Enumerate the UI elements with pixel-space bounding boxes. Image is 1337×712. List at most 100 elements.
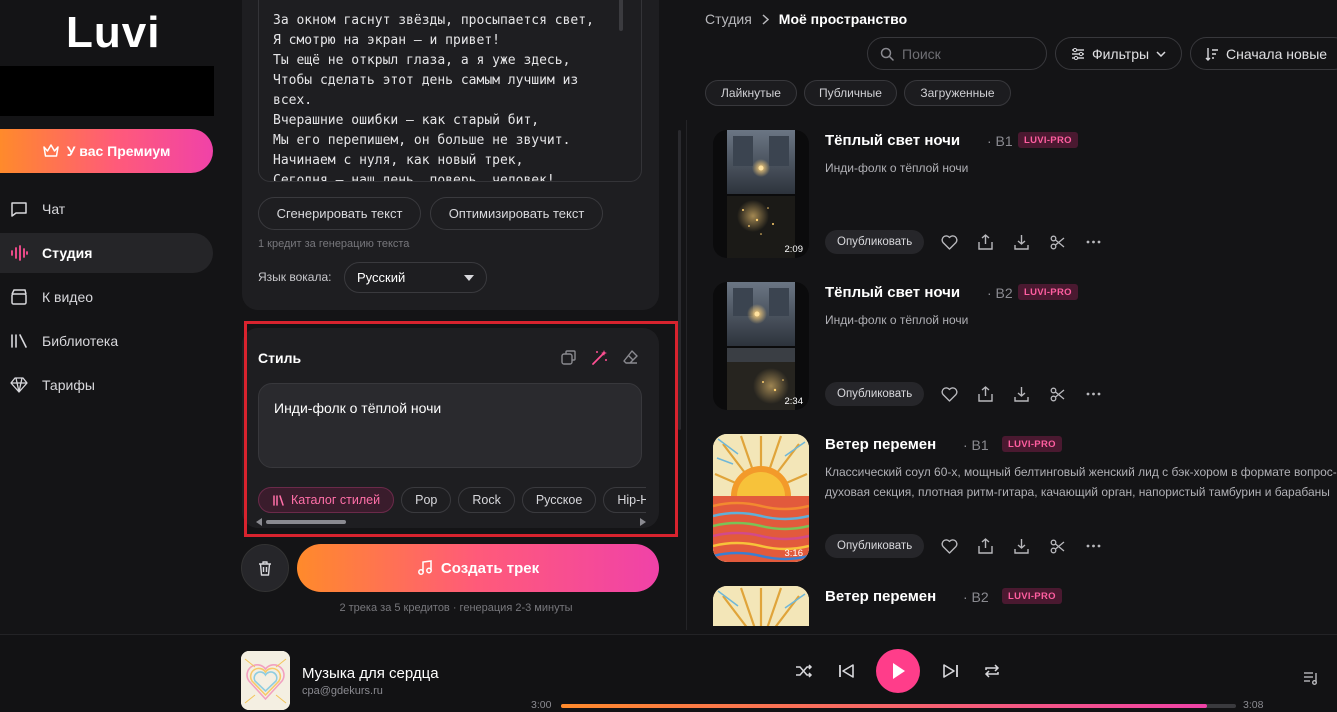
delete-button[interactable] bbox=[241, 544, 289, 592]
scissors-icon[interactable] bbox=[1046, 231, 1068, 253]
player-cover[interactable] bbox=[241, 651, 290, 710]
scissors-icon[interactable] bbox=[1046, 535, 1068, 557]
heart-cover-image bbox=[241, 651, 290, 710]
premium-button[interactable]: У вас Премиум bbox=[0, 129, 213, 173]
track-item[interactable]: 3:16 Ветер перемен · B1 LUVI-PRO Классич… bbox=[713, 434, 1337, 564]
trash-icon bbox=[259, 560, 271, 576]
share-icon[interactable] bbox=[974, 535, 996, 557]
chip-label: Rock bbox=[472, 493, 501, 507]
sidebar-item-library[interactable]: Библиотека bbox=[0, 321, 213, 361]
track-badge: LUVI-PRO bbox=[1018, 284, 1078, 300]
publish-button[interactable]: Опубликовать bbox=[825, 230, 925, 254]
scissors-icon[interactable] bbox=[1046, 383, 1068, 405]
optimize-text-label: Оптимизировать текст bbox=[448, 206, 585, 221]
style-chip-hiphop[interactable]: Hip-H bbox=[603, 487, 646, 513]
track-title[interactable]: Ветер перемен bbox=[825, 588, 936, 605]
queue-icon[interactable] bbox=[1303, 671, 1319, 685]
style-title: Стиль bbox=[258, 350, 302, 366]
next-icon[interactable] bbox=[940, 660, 962, 682]
optimize-text-button[interactable]: Оптимизировать текст bbox=[430, 197, 603, 230]
sidebar-item-studio[interactable]: Студия bbox=[0, 233, 213, 273]
download-icon[interactable] bbox=[1010, 231, 1032, 253]
eraser-icon[interactable] bbox=[622, 349, 639, 366]
magic-wand-icon[interactable] bbox=[591, 349, 608, 366]
player-total-time: 3:08 bbox=[1243, 699, 1264, 711]
publish-button[interactable]: Опубликовать bbox=[825, 534, 925, 558]
track-version: · B1 bbox=[987, 133, 1013, 149]
more-icon[interactable] bbox=[1082, 535, 1104, 557]
scroll-right-icon[interactable] bbox=[640, 518, 646, 526]
track-item[interactable]: Ветер перемен · B2 LUVI-PRO bbox=[713, 586, 1337, 626]
player-track-title[interactable]: Музыка для сердца bbox=[302, 665, 439, 682]
shuffle-icon[interactable] bbox=[793, 660, 815, 682]
chip-scrollbar-thumb[interactable] bbox=[266, 520, 346, 524]
player-progress-bar[interactable] bbox=[561, 704, 1236, 708]
download-icon[interactable] bbox=[1010, 383, 1032, 405]
share-icon[interactable] bbox=[974, 383, 996, 405]
share-icon[interactable] bbox=[974, 231, 996, 253]
studio-icon bbox=[11, 245, 28, 261]
more-icon[interactable] bbox=[1082, 231, 1104, 253]
play-button[interactable] bbox=[876, 649, 920, 693]
tag-uploaded[interactable]: Загруженные bbox=[904, 80, 1011, 106]
track-title[interactable]: Ветер перемен bbox=[825, 436, 936, 453]
sidebar-item-video[interactable]: К видео bbox=[0, 277, 213, 317]
search-input[interactable]: Поиск bbox=[867, 37, 1047, 70]
chip-scrollbar[interactable] bbox=[256, 518, 646, 526]
sidebar-item-pricing[interactable]: Тарифы bbox=[0, 365, 213, 405]
night-cover-image bbox=[727, 282, 795, 410]
style-chip-pop[interactable]: Pop bbox=[401, 487, 452, 513]
sidebar-item-label: К видео bbox=[42, 289, 94, 305]
track-item[interactable]: 2:34 Тёплый свет ночи · B2 LUVI-PRO Инди… bbox=[713, 282, 1337, 412]
chevron-down-icon bbox=[1156, 50, 1166, 57]
track-item[interactable]: 2:09 Тёплый свет ночи · B1 LUVI-PRO Инди… bbox=[713, 130, 1337, 260]
player-current-time: 3:00 bbox=[531, 699, 552, 711]
breadcrumb-root[interactable]: Студия bbox=[705, 11, 752, 27]
download-icon[interactable] bbox=[1010, 535, 1032, 557]
track-title[interactable]: Тёплый свет ночи bbox=[825, 132, 960, 149]
more-icon[interactable] bbox=[1082, 383, 1104, 405]
repeat-icon[interactable] bbox=[981, 660, 1003, 682]
tag-public[interactable]: Публичные bbox=[804, 80, 897, 106]
generate-text-button[interactable]: Сгенерировать текст bbox=[258, 197, 421, 230]
generate-text-label: Сгенерировать текст bbox=[276, 206, 403, 221]
like-icon[interactable] bbox=[938, 231, 960, 253]
filters-button[interactable]: Фильтры bbox=[1055, 37, 1182, 70]
logo[interactable]: Luvi bbox=[6, 8, 160, 58]
tag-liked[interactable]: Лайкнутые bbox=[705, 80, 797, 106]
lyrics-scrollbar[interactable] bbox=[619, 0, 623, 31]
video-icon bbox=[11, 289, 27, 305]
previous-icon[interactable] bbox=[835, 660, 857, 682]
create-track-button[interactable]: Создать трек bbox=[297, 544, 659, 592]
publish-label: Опубликовать bbox=[837, 540, 913, 552]
track-actions: Опубликовать bbox=[825, 382, 1104, 406]
catalog-icon bbox=[273, 494, 284, 506]
like-icon[interactable] bbox=[938, 535, 960, 557]
track-version: · B2 bbox=[987, 285, 1013, 301]
sort-button[interactable]: Сначала новые bbox=[1190, 37, 1337, 70]
like-icon[interactable] bbox=[938, 383, 960, 405]
track-cover[interactable]: 3:16 bbox=[713, 434, 809, 562]
publish-button[interactable]: Опубликовать bbox=[825, 382, 925, 406]
panel-scrollbar[interactable] bbox=[678, 130, 681, 430]
track-cover[interactable]: 2:09 bbox=[713, 130, 809, 258]
style-chip-rock[interactable]: Rock bbox=[458, 487, 515, 513]
chip-label: Hip-H bbox=[617, 493, 646, 507]
style-chip-russian[interactable]: Русское bbox=[521, 487, 597, 513]
create-track-label: Создать трек bbox=[440, 559, 540, 577]
track-cover[interactable] bbox=[713, 586, 809, 626]
style-input[interactable]: Инди-фолк о тёплой ночи bbox=[258, 383, 642, 468]
track-cover[interactable]: 2:34 bbox=[713, 282, 809, 410]
play-icon bbox=[893, 663, 905, 679]
lyrics-textarea[interactable]: За окном гаснут звёзды, просыпается свет… bbox=[258, 0, 642, 182]
vocal-language-select[interactable]: Русский bbox=[344, 262, 487, 293]
style-card: Стиль Инди-фолк о тёплой ночи Каталог ст… bbox=[242, 328, 659, 528]
track-title[interactable]: Тёплый свет ночи bbox=[825, 284, 960, 301]
scroll-left-icon[interactable] bbox=[256, 518, 262, 526]
search-icon bbox=[880, 47, 894, 61]
sidebar-item-chat[interactable]: Чат bbox=[0, 189, 213, 229]
style-catalog-chip[interactable]: Каталог стилей bbox=[258, 487, 395, 513]
dice-icon[interactable] bbox=[560, 349, 577, 366]
sun-cover-image bbox=[713, 586, 809, 626]
sort-icon bbox=[1205, 47, 1218, 61]
